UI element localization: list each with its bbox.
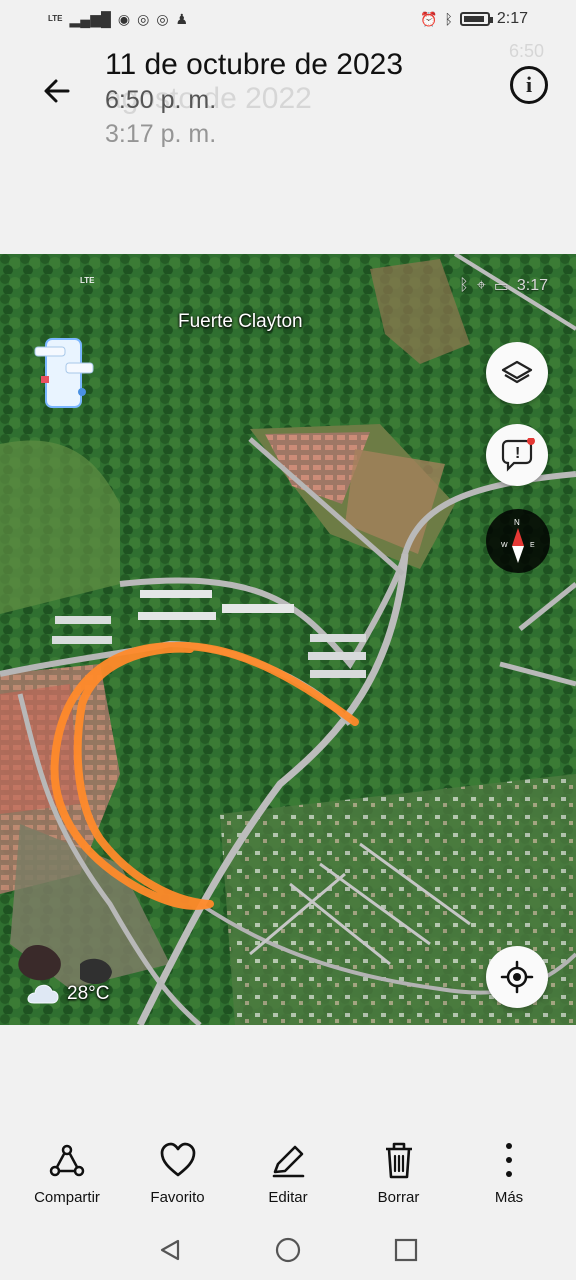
status-left: LTE ▂▄▆█ ◉ ◎ ◎ ♟ xyxy=(48,12,188,26)
nav-recents-icon xyxy=(394,1238,418,1262)
heart-icon xyxy=(158,1140,198,1180)
svg-text:E: E xyxy=(530,542,535,549)
bluetooth-icon: ᛒ xyxy=(459,277,469,294)
instagram-icon: ◎ xyxy=(137,11,150,27)
feedback-icon: ! xyxy=(501,438,535,472)
battery-icon xyxy=(459,12,493,26)
compass-icon: N W E xyxy=(501,518,535,563)
battery-icon: ▭ xyxy=(493,278,509,295)
info-icon: i xyxy=(525,72,533,97)
phone-widget-icon[interactable] xyxy=(32,334,96,412)
weather-temperature: 28°C xyxy=(67,983,110,1004)
edit-label: Editar xyxy=(268,1189,308,1206)
edit-button[interactable]: Editar xyxy=(238,1130,338,1220)
compass-north-label: N xyxy=(514,518,520,527)
satellite-map-image[interactable]: LTE ᛒ ⌖ ▭ 3:17 Fuerte Clayton ! N W E 28… xyxy=(0,254,576,1025)
delete-button[interactable]: Borrar xyxy=(349,1130,449,1220)
map-location-label: Fuerte Clayton xyxy=(178,311,303,332)
back-button[interactable] xyxy=(30,64,84,118)
photo-header: agosto de 2022 3:17 p. m. 6:50 11 de oct… xyxy=(0,38,576,254)
cloud-icon xyxy=(27,984,59,1004)
android-navigation-bar xyxy=(0,1220,576,1280)
overlay-clock-text: 6:50 xyxy=(508,41,544,61)
feedback-button[interactable]: ! xyxy=(486,424,548,486)
screenshot-status: ᛒ ⌖ ▭ 3:17 xyxy=(459,276,548,296)
signal-icon: ▂▄▆█ xyxy=(69,11,111,27)
back-arrow-icon xyxy=(44,79,70,103)
screenshot-lte-label: LTE xyxy=(80,276,95,285)
profile-notification-icon: ♟ xyxy=(175,11,189,27)
favorite-button[interactable]: Favorito xyxy=(128,1130,228,1220)
layers-button[interactable] xyxy=(486,342,548,404)
more-button[interactable]: Más xyxy=(459,1130,559,1220)
nav-back-icon xyxy=(160,1239,180,1261)
more-label: Más xyxy=(494,1189,524,1206)
pencil-icon xyxy=(268,1140,308,1180)
compass-button[interactable]: N W E xyxy=(486,509,550,573)
whatsapp-icon: ◉ xyxy=(117,11,131,27)
status-right: ⏰ ᛒ 2:17 xyxy=(420,10,528,28)
favorite-label: Favorito xyxy=(150,1189,205,1206)
share-button[interactable]: Compartir xyxy=(17,1130,117,1220)
trash-icon xyxy=(381,1140,417,1180)
svg-text:!: ! xyxy=(515,445,520,462)
nav-recents-button[interactable] xyxy=(389,1233,423,1267)
nav-back-button[interactable] xyxy=(153,1233,187,1267)
photo-date: 11 de octubre de 2023 xyxy=(105,48,404,81)
nav-home-button[interactable] xyxy=(271,1233,305,1267)
status-time: 2:17 xyxy=(496,10,528,27)
share-icon xyxy=(48,1140,86,1180)
info-button[interactable]: i xyxy=(510,66,548,104)
status-bar: LTE ▂▄▆█ ◉ ◎ ◎ ♟ ⏰ ᛒ 2:17 xyxy=(0,0,576,38)
weather-widget: 28°C xyxy=(25,982,109,1006)
screenshot-time: 3:17 xyxy=(516,277,548,294)
overlay-time-text: 3:17 p. m. xyxy=(105,120,217,148)
lte-signal-label: LTE xyxy=(48,14,63,23)
more-vertical-icon xyxy=(499,1140,519,1180)
photo-action-bar: Compartir Favorito Editar Borrar Más xyxy=(0,1130,576,1220)
my-location-button[interactable] xyxy=(486,946,548,1008)
my-location-icon xyxy=(500,960,534,994)
bluetooth-icon: ᛒ xyxy=(444,11,453,27)
location-pin-icon: ⌖ xyxy=(476,277,486,294)
photo-time: 6:50 p. m. xyxy=(105,86,217,114)
svg-text:W: W xyxy=(501,542,508,549)
instagram-icon-2: ◎ xyxy=(156,11,169,27)
delete-label: Borrar xyxy=(377,1189,420,1206)
share-label: Compartir xyxy=(34,1189,100,1206)
alarm-icon: ⏰ xyxy=(420,11,438,27)
nav-home-icon xyxy=(275,1237,301,1263)
layers-icon xyxy=(501,360,533,384)
